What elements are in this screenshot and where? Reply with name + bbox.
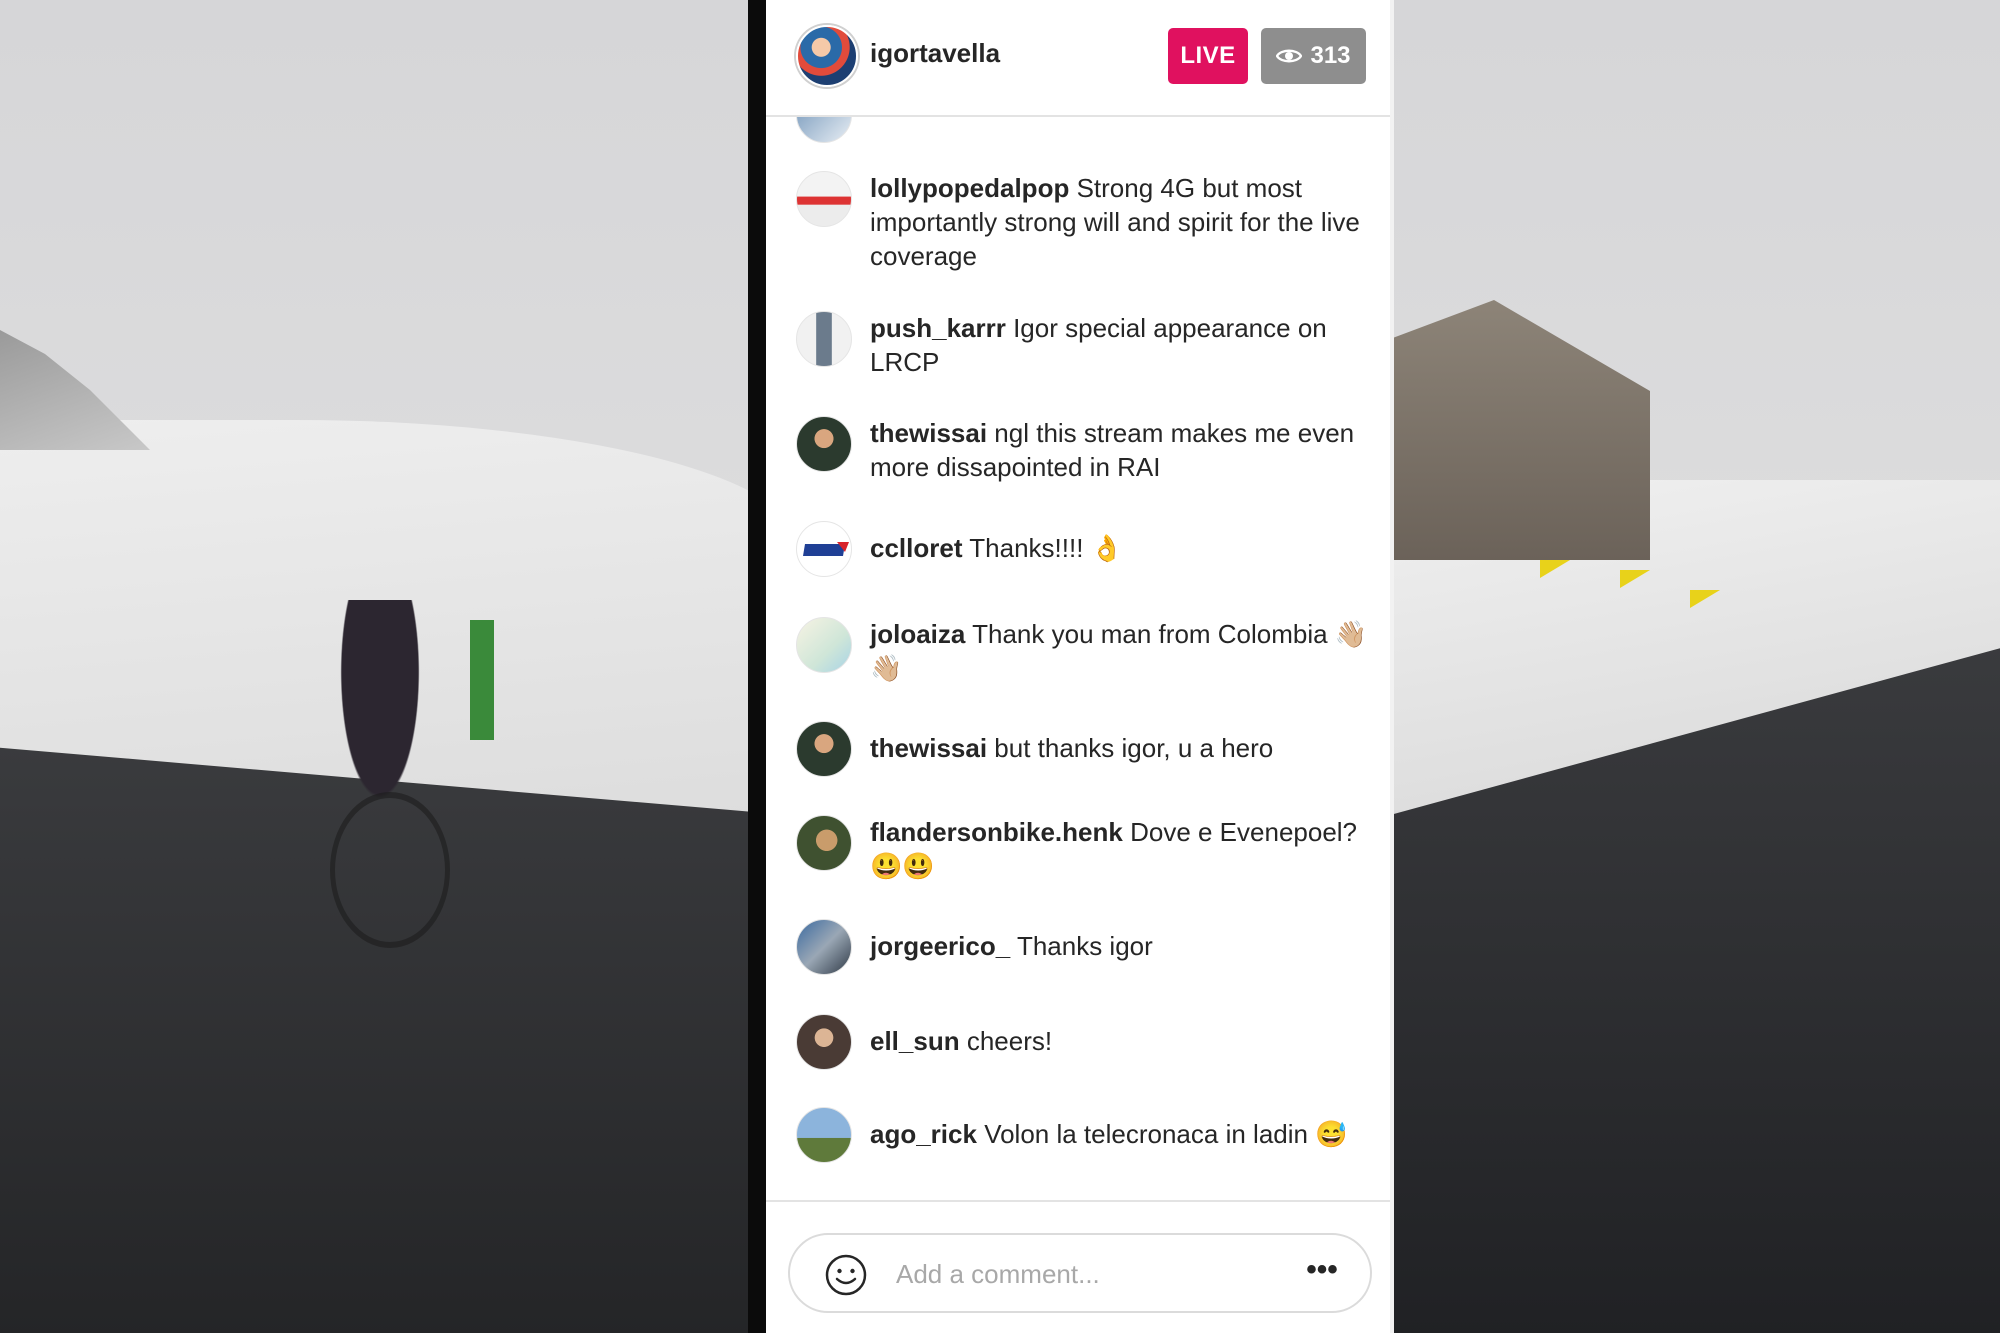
more-icon[interactable]: •••	[1302, 1255, 1342, 1293]
comment-username[interactable]: ell_sun	[870, 1026, 960, 1056]
comment-text: lollypopedalpop Strong 4G but most impor…	[870, 171, 1370, 273]
comment-body: Thanks igor	[1016, 931, 1153, 961]
comment-body: but thanks igor, u a hero	[994, 733, 1274, 763]
live-badge: LIVE	[1168, 28, 1248, 84]
comment-composer: •••	[766, 1200, 1390, 1333]
frame-divider	[748, 0, 766, 1333]
comment-username[interactable]: cclloret	[870, 533, 963, 563]
avatar[interactable]	[796, 919, 852, 975]
avatar[interactable]	[796, 1014, 852, 1070]
avatar[interactable]	[796, 521, 852, 577]
comments-list[interactable]: lollypopedalpop Strong 4G but most impor…	[766, 117, 1390, 1200]
frame-divider-right	[1390, 0, 1394, 1333]
comment-username[interactable]: thewissai	[870, 733, 987, 763]
comment-username[interactable]: thewissai	[870, 418, 987, 448]
comment-text: ago_rick Volon la telecronaca in ladin 😅	[870, 1117, 1370, 1151]
comment-body: Volon la telecronaca in ladin 😅	[984, 1119, 1348, 1149]
avatar[interactable]	[796, 311, 852, 367]
live-header: igortavella LIVE 313	[766, 0, 1390, 117]
comment-text: joloaiza Thank you man from Colombia 👋🏼👋…	[870, 617, 1370, 685]
avatar[interactable]	[796, 416, 852, 472]
avatar[interactable]	[796, 815, 852, 871]
avatar[interactable]	[796, 721, 852, 777]
viewer-count-badge: 313	[1261, 28, 1366, 84]
comment-text: push_karrr Igor special appearance on LR…	[870, 311, 1370, 379]
stream-video-left	[0, 0, 748, 1333]
stream-video-right	[1390, 0, 2000, 1333]
host-username[interactable]: igortavella	[870, 38, 1000, 69]
avatar[interactable]	[796, 617, 852, 673]
comment-box[interactable]: •••	[788, 1233, 1372, 1313]
comment-username[interactable]: flandersonbike.henk	[870, 817, 1123, 847]
comment-text: thewissai but thanks igor, u a hero	[870, 731, 1370, 765]
avatar	[796, 117, 852, 143]
comment-text: thewissai ngl this stream makes me even …	[870, 416, 1370, 484]
comment-body: cheers!	[966, 1026, 1053, 1056]
eye-icon	[1276, 49, 1303, 63]
comment-username[interactable]: joloaiza	[870, 619, 965, 649]
comment-username[interactable]: jorgeerico_	[870, 931, 1010, 961]
comment-username[interactable]: ago_rick	[870, 1119, 977, 1149]
live-chat-panel: igortavella LIVE 313 lollypopedalpop Str…	[766, 0, 1390, 1333]
comment-username[interactable]: push_karrr	[870, 313, 1006, 343]
comment-text: cclloret Thanks!!!! 👌	[870, 531, 1370, 565]
avatar[interactable]	[796, 1107, 852, 1163]
comment-input[interactable]	[894, 1249, 1278, 1299]
ccl-logo-icon	[803, 542, 849, 556]
comment-text: jorgeerico_ Thanks igor	[870, 929, 1370, 963]
host-avatar[interactable]	[796, 25, 858, 87]
comment-text: flandersonbike.henk Dove e Evenepoel? 😃😃	[870, 815, 1370, 883]
comment-body: Thanks!!!! 👌	[969, 533, 1124, 563]
comment-text: ell_sun cheers!	[870, 1024, 1370, 1058]
smiley-icon[interactable]	[824, 1253, 868, 1297]
avatar[interactable]	[796, 171, 852, 227]
viewer-count: 313	[1310, 42, 1351, 69]
comment-username[interactable]: lollypopedalpop	[870, 173, 1069, 203]
